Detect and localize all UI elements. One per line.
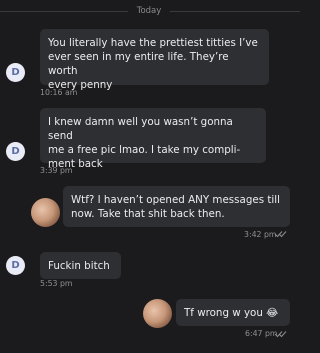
message-timestamp: 3:39 pm <box>40 166 73 175</box>
message-text-line: I knew damn well you wasn’t gonna send <box>48 116 233 142</box>
double-check-icon <box>274 331 287 338</box>
divider-line-left <box>0 11 128 12</box>
contact-avatar[interactable]: D <box>6 256 25 275</box>
date-divider-label: Today <box>136 6 162 16</box>
message-timestamp: 5:53 pm <box>40 279 73 288</box>
message-bubble-incoming[interactable]: You literally have the prettiest titties… <box>40 29 269 91</box>
user-avatar[interactable] <box>143 299 172 328</box>
date-divider: Today <box>0 4 300 18</box>
message-timestamp: 10:16 am <box>40 88 78 97</box>
message-text-line: Tf wrong w you 😂 <box>184 307 279 319</box>
message-text-line: every penny <box>48 79 113 91</box>
message-text-line: me a free pic lmao. I take my compli- <box>48 144 241 156</box>
message-text-line: You literally have the prettiest titties… <box>48 37 258 49</box>
message-bubble-outgoing[interactable]: Wtf? I haven’t opened ANY messages till … <box>63 186 290 227</box>
user-avatar[interactable] <box>31 198 60 227</box>
message-bubble-incoming[interactable]: I knew damn well you wasn’t gonna send m… <box>40 108 266 170</box>
message-text-line: Fuckin bitch <box>48 260 110 272</box>
contact-avatar[interactable]: D <box>6 142 25 161</box>
double-check-icon <box>274 231 287 238</box>
message-timestamp: 6:47 pm <box>245 329 278 338</box>
message-text-line: Wtf? I haven’t opened ANY messages till <box>71 194 280 206</box>
message-bubble-incoming[interactable]: Fuckin bitch <box>40 252 121 279</box>
message-text-line: ever seen in my entire life. They’re wor… <box>48 51 229 77</box>
message-timestamp: 3:42 pm <box>244 230 277 239</box>
divider-line-right <box>170 11 300 12</box>
message-text-line: now. Take that shit back then. <box>71 208 225 220</box>
contact-avatar[interactable]: D <box>6 63 25 82</box>
message-bubble-outgoing[interactable]: Tf wrong w you 😂 <box>176 299 290 326</box>
message-text-line: ment back <box>48 158 103 170</box>
